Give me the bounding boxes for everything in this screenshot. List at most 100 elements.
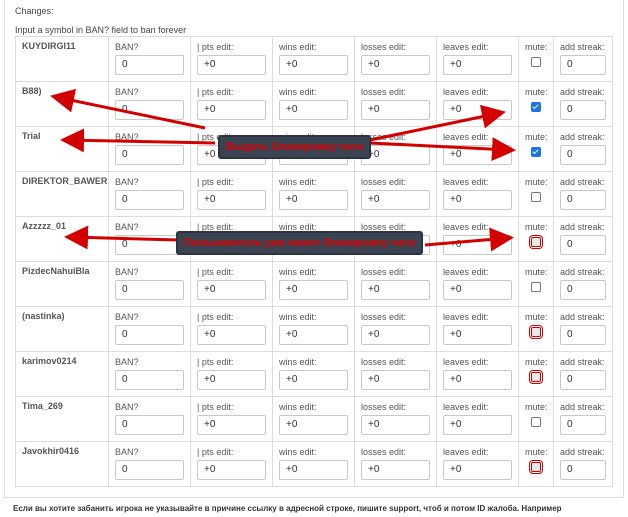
ban-input[interactable]: 0 xyxy=(115,415,184,435)
add-streak-input[interactable]: 0 xyxy=(560,235,606,255)
losses-edit-input[interactable]: +0 xyxy=(361,325,430,345)
pts-edit-input[interactable]: +0 xyxy=(197,55,266,75)
mute-checkbox[interactable] xyxy=(531,147,541,157)
wins-edit-input[interactable]: +0 xyxy=(279,190,348,210)
leaves-edit-input[interactable]: +0 xyxy=(443,460,512,480)
ban-input[interactable]: 0 xyxy=(115,190,184,210)
add-streak-input[interactable]: 0 xyxy=(560,280,606,300)
pts-edit-input[interactable]: +0 xyxy=(197,280,266,300)
player-name: DIREKTOR_BAWER xyxy=(15,171,109,217)
wins-edit-input[interactable]: +0 xyxy=(279,235,348,255)
ban-cell: BAN? 0 xyxy=(108,81,191,127)
wins-edit-label: wins edit: xyxy=(279,177,317,187)
mute-checkbox[interactable] xyxy=(531,417,541,427)
wins-edit-input[interactable]: +0 xyxy=(279,415,348,435)
player-row: Trial BAN? 0 | pts edit: +0 wins edit: +0 losse… xyxy=(15,126,613,172)
ban-input[interactable]: 0 xyxy=(115,55,184,75)
leaves-edit-input[interactable]: +0 xyxy=(443,235,512,255)
leaves-edit-input[interactable]: +0 xyxy=(443,325,512,345)
losses-edit-input[interactable]: +0 xyxy=(361,280,430,300)
wins-edit-input[interactable]: +0 xyxy=(279,280,348,300)
leaves-edit-input[interactable]: +0 xyxy=(443,370,512,390)
losses-edit-input[interactable]: +0 xyxy=(361,190,430,210)
leaves-edit-label: leaves edit: xyxy=(443,87,489,97)
pts-edit-input[interactable]: +0 xyxy=(197,370,266,390)
ban-input[interactable]: 0 xyxy=(115,370,184,390)
pts-edit-input[interactable]: +0 xyxy=(197,460,266,480)
losses-edit-input[interactable]: +0 xyxy=(361,370,430,390)
mute-checkbox[interactable] xyxy=(531,57,541,67)
leaves-edit-input[interactable]: +0 xyxy=(443,190,512,210)
losses-edit-cell: losses edit: +0 xyxy=(354,216,437,262)
leaves-edit-input[interactable]: +0 xyxy=(443,145,512,165)
add-streak-input[interactable]: 0 xyxy=(560,370,606,390)
player-name: Trial xyxy=(15,126,109,172)
leaves-edit-label: leaves edit: xyxy=(443,267,489,277)
player-row: KUYDIRGI11 BAN? 0 | pts edit: +0 wins edit: +0… xyxy=(15,36,613,82)
ban-input[interactable]: 0 xyxy=(115,325,184,345)
wins-edit-cell: wins edit: +0 xyxy=(272,81,355,127)
pts-edit-cell: | pts edit: +0 xyxy=(190,81,273,127)
losses-edit-input[interactable]: +0 xyxy=(361,415,430,435)
add-streak-input[interactable]: 0 xyxy=(560,460,606,480)
mute-checkbox[interactable] xyxy=(531,282,541,292)
ban-input[interactable]: 0 xyxy=(115,100,184,120)
player-name: Tima_269 xyxy=(15,396,109,442)
pts-edit-input[interactable]: +0 xyxy=(197,235,266,255)
streak-label: add streak: xyxy=(560,357,605,367)
pts-edit-input[interactable]: +0 xyxy=(197,100,266,120)
wins-edit-input[interactable]: +0 xyxy=(279,460,348,480)
leaves-edit-cell: leaves edit: +0 xyxy=(436,306,519,352)
wins-edit-input[interactable]: +0 xyxy=(279,145,348,165)
mute-checkbox[interactable] xyxy=(531,102,541,112)
ban-input[interactable]: 0 xyxy=(115,460,184,480)
add-streak-input[interactable]: 0 xyxy=(560,190,606,210)
leaves-edit-cell: leaves edit: +0 xyxy=(436,441,519,487)
losses-edit-input[interactable]: +0 xyxy=(361,145,430,165)
pts-edit-input[interactable]: +0 xyxy=(197,145,266,165)
losses-edit-input[interactable]: +0 xyxy=(361,460,430,480)
losses-edit-input[interactable]: +0 xyxy=(361,100,430,120)
add-streak-input[interactable]: 0 xyxy=(560,415,606,435)
wins-edit-input[interactable]: +0 xyxy=(279,55,348,75)
ban-label: BAN? xyxy=(115,87,139,97)
mute-label: mute: xyxy=(525,447,547,457)
pts-edit-input[interactable]: +0 xyxy=(197,415,266,435)
wins-edit-label: wins edit: xyxy=(279,87,317,97)
ban-label: BAN? xyxy=(115,222,139,232)
ban-cell: BAN? 0 xyxy=(108,126,191,172)
wins-edit-input[interactable]: +0 xyxy=(279,325,348,345)
pts-edit-label: | pts edit: xyxy=(197,42,234,52)
mute-checkbox xyxy=(529,460,543,474)
leaves-edit-label: leaves edit: xyxy=(443,447,489,457)
streak-cell: add streak: 0 xyxy=(553,441,613,487)
leaves-edit-input[interactable]: +0 xyxy=(443,415,512,435)
leaves-edit-input[interactable]: +0 xyxy=(443,280,512,300)
add-streak-input[interactable]: 0 xyxy=(560,100,606,120)
mute-cell: mute: xyxy=(518,36,554,82)
ban-input[interactable]: 0 xyxy=(115,235,184,255)
wins-edit-input[interactable]: +0 xyxy=(279,100,348,120)
add-streak-input[interactable]: 0 xyxy=(560,325,606,345)
leaves-edit-cell: leaves edit: +0 xyxy=(436,261,519,307)
add-streak-input[interactable]: 0 xyxy=(560,145,606,165)
ban-input[interactable]: 0 xyxy=(115,145,184,165)
losses-edit-input[interactable]: +0 xyxy=(361,235,430,255)
pts-edit-cell: | pts edit: +0 xyxy=(190,126,273,172)
add-streak-input[interactable]: 0 xyxy=(560,55,606,75)
pts-edit-input[interactable]: +0 xyxy=(197,190,266,210)
mute-checkbox[interactable] xyxy=(531,192,541,202)
pts-edit-input[interactable]: +0 xyxy=(197,325,266,345)
wins-edit-label: wins edit: xyxy=(279,132,317,142)
streak-cell: add streak: 0 xyxy=(553,36,613,82)
player-row: (nastinka) BAN? 0 | pts edit: +0 wins edit: +0… xyxy=(15,306,613,352)
wins-edit-input[interactable]: +0 xyxy=(279,370,348,390)
pts-edit-cell: | pts edit: +0 xyxy=(190,171,273,217)
leaves-edit-input[interactable]: +0 xyxy=(443,100,512,120)
wins-edit-label: wins edit: xyxy=(279,447,317,457)
losses-edit-input[interactable]: +0 xyxy=(361,55,430,75)
leaves-edit-input[interactable]: +0 xyxy=(443,55,512,75)
losses-edit-cell: losses edit: +0 xyxy=(354,126,437,172)
mute-label: mute: xyxy=(525,87,547,97)
ban-input[interactable]: 0 xyxy=(115,280,184,300)
